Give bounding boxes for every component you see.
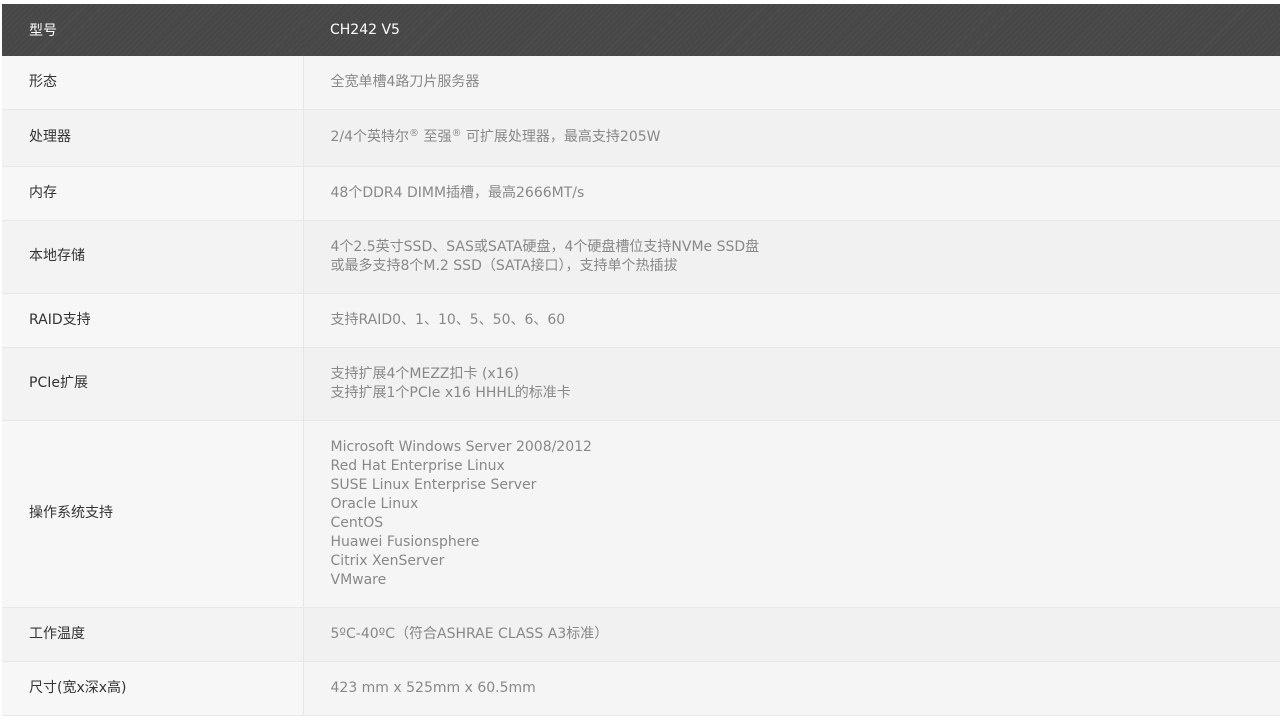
row-value: Microsoft Windows Server 2008/2012 Red H…: [303, 420, 1280, 608]
value-line: 支持扩展4个MEZZ扣卡 (x16): [330, 365, 520, 382]
value-line: Citrix XenServer: [330, 552, 445, 569]
row-value: 5ºC-40ºC（符合ASHRAE CLASS A3标准）: [303, 607, 1280, 662]
row-value: 全宽单槽4路刀片服务器: [303, 56, 1280, 110]
row-value: 2/4个英特尔® 至强® 可扩展处理器，最高支持205W: [303, 109, 1280, 167]
value-line: 2/4个英特尔® 至强® 可扩展处理器，最高支持205W: [330, 128, 661, 146]
value-line: 支持RAID0、1、10、5、50、6、60: [330, 311, 566, 328]
table-row: 工作温度 5ºC-40ºC（符合ASHRAE CLASS A3标准）: [2, 607, 1280, 662]
spec-table: 型号 CH242 V5 形态 全宽单槽4路刀片服务器 处理器 2/4个英特尔® …: [2, 4, 1280, 716]
value-line: 48个DDR4 DIMM插槽，最高2666MT/s: [330, 184, 585, 201]
table-row: PCIe扩展 支持扩展4个MEZZ扣卡 (x16) 支持扩展1个PCIe x16…: [2, 347, 1280, 421]
row-value: 423 mm x 525mm x 60.5mm: [303, 661, 1280, 716]
value-line: Microsoft Windows Server 2008/2012: [330, 438, 592, 455]
value-line: 5ºC-40ºC（符合ASHRAE CLASS A3标准）: [330, 625, 609, 642]
value-line: CentOS: [330, 514, 384, 531]
table-row: 本地存储 4个2.5英寸SSD、SAS或SATA硬盘，4个硬盘槽位支持NVMe …: [2, 220, 1280, 294]
table-row: 操作系统支持 Microsoft Windows Server 2008/201…: [2, 420, 1280, 608]
table-row: 形态 全宽单槽4路刀片服务器: [2, 56, 1280, 110]
row-key: 工作温度: [2, 607, 304, 662]
header-value: CH242 V5: [303, 4, 1280, 56]
value-line: Red Hat Enterprise Linux: [330, 457, 505, 474]
row-key: 操作系统支持: [2, 420, 304, 608]
row-key: 处理器: [2, 109, 304, 167]
table-row: RAID支持 支持RAID0、1、10、5、50、6、60: [2, 293, 1280, 348]
table-row: 内存 48个DDR4 DIMM插槽，最高2666MT/s: [2, 166, 1280, 221]
value-line: VMware: [330, 571, 387, 588]
table-header-row: 型号 CH242 V5: [2, 4, 1280, 56]
value-line: 4个2.5英寸SSD、SAS或SATA硬盘，4个硬盘槽位支持NVMe SSD盘: [330, 238, 760, 255]
header-key: 型号: [2, 4, 303, 56]
value-line: Huawei Fusionsphere: [330, 533, 480, 550]
row-value: 支持扩展4个MEZZ扣卡 (x16) 支持扩展1个PCIe x16 HHHL的标…: [303, 347, 1280, 421]
value-line: SUSE Linux Enterprise Server: [330, 476, 537, 493]
table-row: 处理器 2/4个英特尔® 至强® 可扩展处理器，最高支持205W: [2, 109, 1280, 167]
row-value: 支持RAID0、1、10、5、50、6、60: [303, 293, 1280, 348]
value-line: Oracle Linux: [330, 495, 419, 512]
value-line: 或最多支持8个M.2 SSD（SATA接口），支持单个热插拔: [330, 257, 678, 274]
value-line: 支持扩展1个PCIe x16 HHHL的标准卡: [330, 384, 571, 401]
table-row: 尺寸(宽x深x高) 423 mm x 525mm x 60.5mm: [2, 661, 1280, 716]
row-value: 48个DDR4 DIMM插槽，最高2666MT/s: [303, 166, 1280, 221]
row-key: 形态: [2, 56, 304, 110]
row-key: 本地存储: [2, 220, 304, 294]
row-key: 内存: [2, 166, 304, 221]
row-key: RAID支持: [2, 293, 304, 348]
row-key: PCIe扩展: [2, 347, 304, 421]
row-value: 4个2.5英寸SSD、SAS或SATA硬盘，4个硬盘槽位支持NVMe SSD盘 …: [303, 220, 1280, 294]
row-key: 尺寸(宽x深x高): [2, 661, 304, 716]
value-line: 全宽单槽4路刀片服务器: [330, 73, 480, 90]
value-line: 423 mm x 525mm x 60.5mm: [330, 679, 536, 696]
